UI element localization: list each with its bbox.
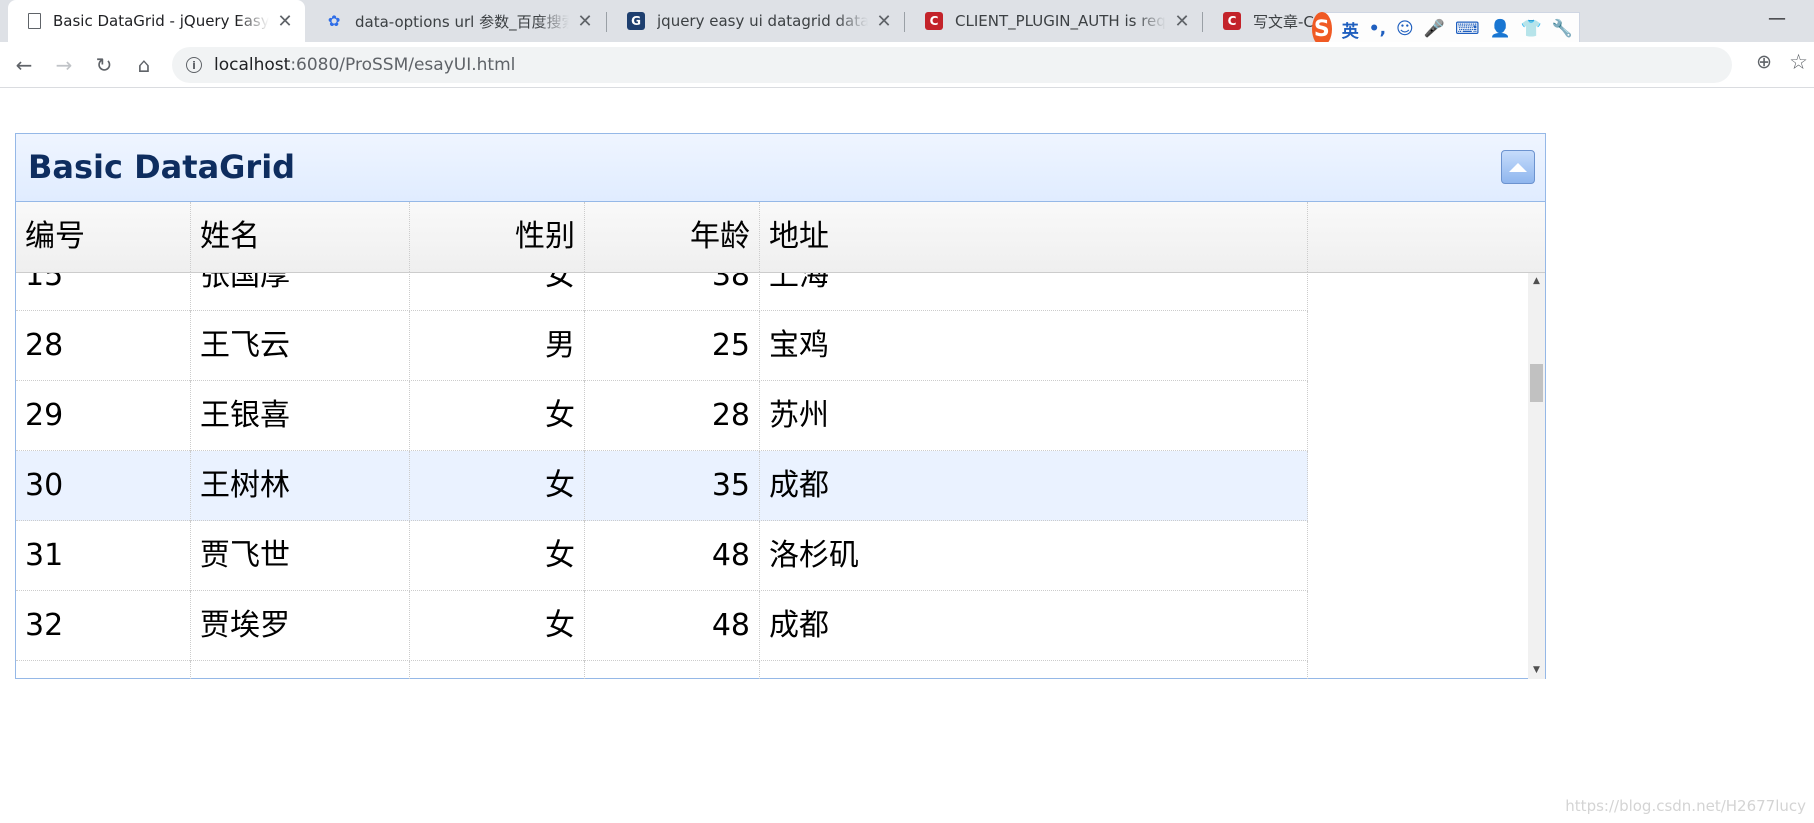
cell-name (191, 661, 410, 679)
browser-toolbar: ← → ↻ ⌂ i localhost:6080/ProSSM/esayUI.h… (0, 42, 1814, 88)
cell-age: 38 (585, 273, 760, 311)
scroll-up-arrow-icon[interactable]: ▲ (1528, 273, 1545, 290)
cell-address: 苏州 (760, 381, 1308, 451)
close-icon[interactable]: ✕ (575, 11, 595, 32)
collapse-button[interactable] (1501, 150, 1535, 184)
datagrid-body: 15 张国厚 女 38 上海 28 王飞云 男 25 宝鸡 29 王银喜 女 2… (16, 273, 1530, 679)
baidu-paw-icon: ✿ (327, 12, 341, 30)
table-row[interactable]: 29 王银喜 女 28 苏州 (16, 381, 1308, 451)
back-button[interactable]: ← (10, 51, 38, 79)
cell-id: 30 (16, 451, 191, 521)
cell-name: 贾飞世 (191, 521, 410, 591)
url-path: :6080/ProSSM/esayUI.html (290, 55, 516, 75)
cell-gender: 男 (410, 311, 585, 381)
minimize-icon[interactable]: — (1768, 8, 1786, 29)
url-host: localhost (214, 55, 291, 75)
tab-baidu-search[interactable]: ✿ data-options url 参数_百度搜索 ✕ (305, 0, 605, 42)
cell-name: 王银喜 (191, 381, 410, 451)
cell-address: 成都 (760, 451, 1308, 521)
table-row[interactable]: 15 张国厚 女 38 上海 (16, 273, 1308, 311)
panel-title: Basic DataGrid (28, 148, 296, 186)
scroll-thumb[interactable] (1530, 364, 1543, 402)
cell-age: 35 (585, 451, 760, 521)
panel-header: Basic DataGrid (16, 134, 1545, 202)
table-row[interactable]: 32 贾埃罗 女 48 成都 (16, 591, 1308, 661)
scroll-down-arrow-icon[interactable]: ▼ (1528, 662, 1545, 679)
vertical-scrollbar[interactable]: ▲ ▼ (1528, 273, 1545, 679)
cell-age (585, 661, 760, 679)
ime-punct-label[interactable]: •, (1369, 19, 1386, 39)
cell-name: 王树林 (191, 451, 410, 521)
column-header-gender[interactable]: 性别 (410, 202, 585, 272)
tab-title: CLIENT_PLUGIN_AUTH is required (955, 12, 1166, 30)
cell-gender: 女 (410, 521, 585, 591)
cell-id: 31 (16, 521, 191, 591)
jquery-icon: G (627, 12, 645, 30)
tab-title: data-options url 参数_百度搜索 (355, 12, 569, 31)
user-icon[interactable]: 👤 (1489, 19, 1510, 39)
cell-gender: 女 (410, 451, 585, 521)
cell-address: 上海 (760, 273, 1308, 311)
tab-basic-datagrid[interactable]: Basic DataGrid - jQuery EasyUI Demo ✕ (8, 0, 305, 42)
cell-address: 宝鸡 (760, 311, 1308, 381)
cell-id: 15 (16, 273, 191, 311)
cell-age: 48 (585, 521, 760, 591)
cell-gender (410, 661, 585, 679)
cell-name: 王飞云 (191, 311, 410, 381)
wrench-icon[interactable]: 🔧 (1552, 19, 1573, 39)
table-row[interactable] (16, 661, 1308, 679)
ime-toolbar[interactable]: S 英 •, ☺ 🎤 ⌨ 👤 👕 🔧 (1312, 12, 1580, 46)
cell-id (16, 661, 191, 679)
cell-name: 张国厚 (191, 273, 410, 311)
emoji-icon[interactable]: ☺ (1396, 19, 1414, 39)
skin-shirt-icon[interactable]: 👕 (1521, 19, 1542, 39)
address-bar[interactable]: i localhost:6080/ProSSM/esayUI.html (172, 47, 1732, 83)
zoom-icon[interactable]: ⊕ (1756, 51, 1772, 73)
cell-id: 28 (16, 311, 191, 381)
close-icon[interactable]: ✕ (874, 11, 894, 32)
cell-id: 29 (16, 381, 191, 451)
cell-age: 25 (585, 311, 760, 381)
datagrid-header: 编号 姓名 性别 年龄 地址 (16, 202, 1545, 273)
reload-button[interactable]: ↻ (90, 51, 118, 79)
column-header-age[interactable]: 年龄 (585, 202, 760, 272)
site-info-icon[interactable]: i (186, 57, 202, 73)
tab-client-plugin-auth[interactable]: C CLIENT_PLUGIN_AUTH is required ✕ (905, 0, 1202, 42)
cell-age: 48 (585, 591, 760, 661)
csdn-icon: C (1223, 12, 1241, 30)
cell-gender: 女 (410, 381, 585, 451)
table-row-selected[interactable]: 30 王树林 女 35 成都 (16, 451, 1308, 521)
tab-title: jquery easy ui datagrid data-options (657, 12, 868, 30)
tab-title: Basic DataGrid - jQuery EasyUI Demo (53, 12, 269, 30)
bookmark-star-icon[interactable]: ☆ (1789, 50, 1808, 74)
cell-address (760, 661, 1308, 679)
datagrid-panel: Basic DataGrid 编号 姓名 性别 年龄 地址 15 张国厚 女 3… (15, 133, 1546, 679)
close-icon[interactable]: ✕ (275, 11, 295, 32)
cell-age: 28 (585, 381, 760, 451)
column-header-address[interactable]: 地址 (760, 202, 1308, 272)
forward-button[interactable]: → (50, 51, 78, 79)
close-icon[interactable]: ✕ (1172, 11, 1192, 32)
ime-mode-label[interactable]: 英 (1342, 17, 1359, 42)
table-row[interactable]: 28 王飞云 男 25 宝鸡 (16, 311, 1308, 381)
watermark: https://blog.csdn.net/H2677lucy (1565, 797, 1806, 815)
table-row[interactable]: 31 贾飞世 女 48 洛杉矶 (16, 521, 1308, 591)
sogou-logo-icon[interactable]: S (1312, 12, 1332, 46)
microphone-icon[interactable]: 🎤 (1424, 19, 1445, 39)
page-icon (28, 13, 41, 29)
csdn-icon: C (925, 12, 943, 30)
tab-jquery-easyui[interactable]: G jquery easy ui datagrid data-options ✕ (607, 0, 904, 42)
cell-id: 32 (16, 591, 191, 661)
cell-address: 洛杉矶 (760, 521, 1308, 591)
column-header-name[interactable]: 姓名 (191, 202, 410, 272)
cell-gender: 女 (410, 591, 585, 661)
home-button[interactable]: ⌂ (130, 51, 158, 79)
column-header-id[interactable]: 编号 (16, 202, 191, 272)
collapse-up-icon (1509, 162, 1527, 172)
cell-gender: 女 (410, 273, 585, 311)
keyboard-icon[interactable]: ⌨ (1455, 19, 1480, 39)
cell-address: 成都 (760, 591, 1308, 661)
cell-name: 贾埃罗 (191, 591, 410, 661)
